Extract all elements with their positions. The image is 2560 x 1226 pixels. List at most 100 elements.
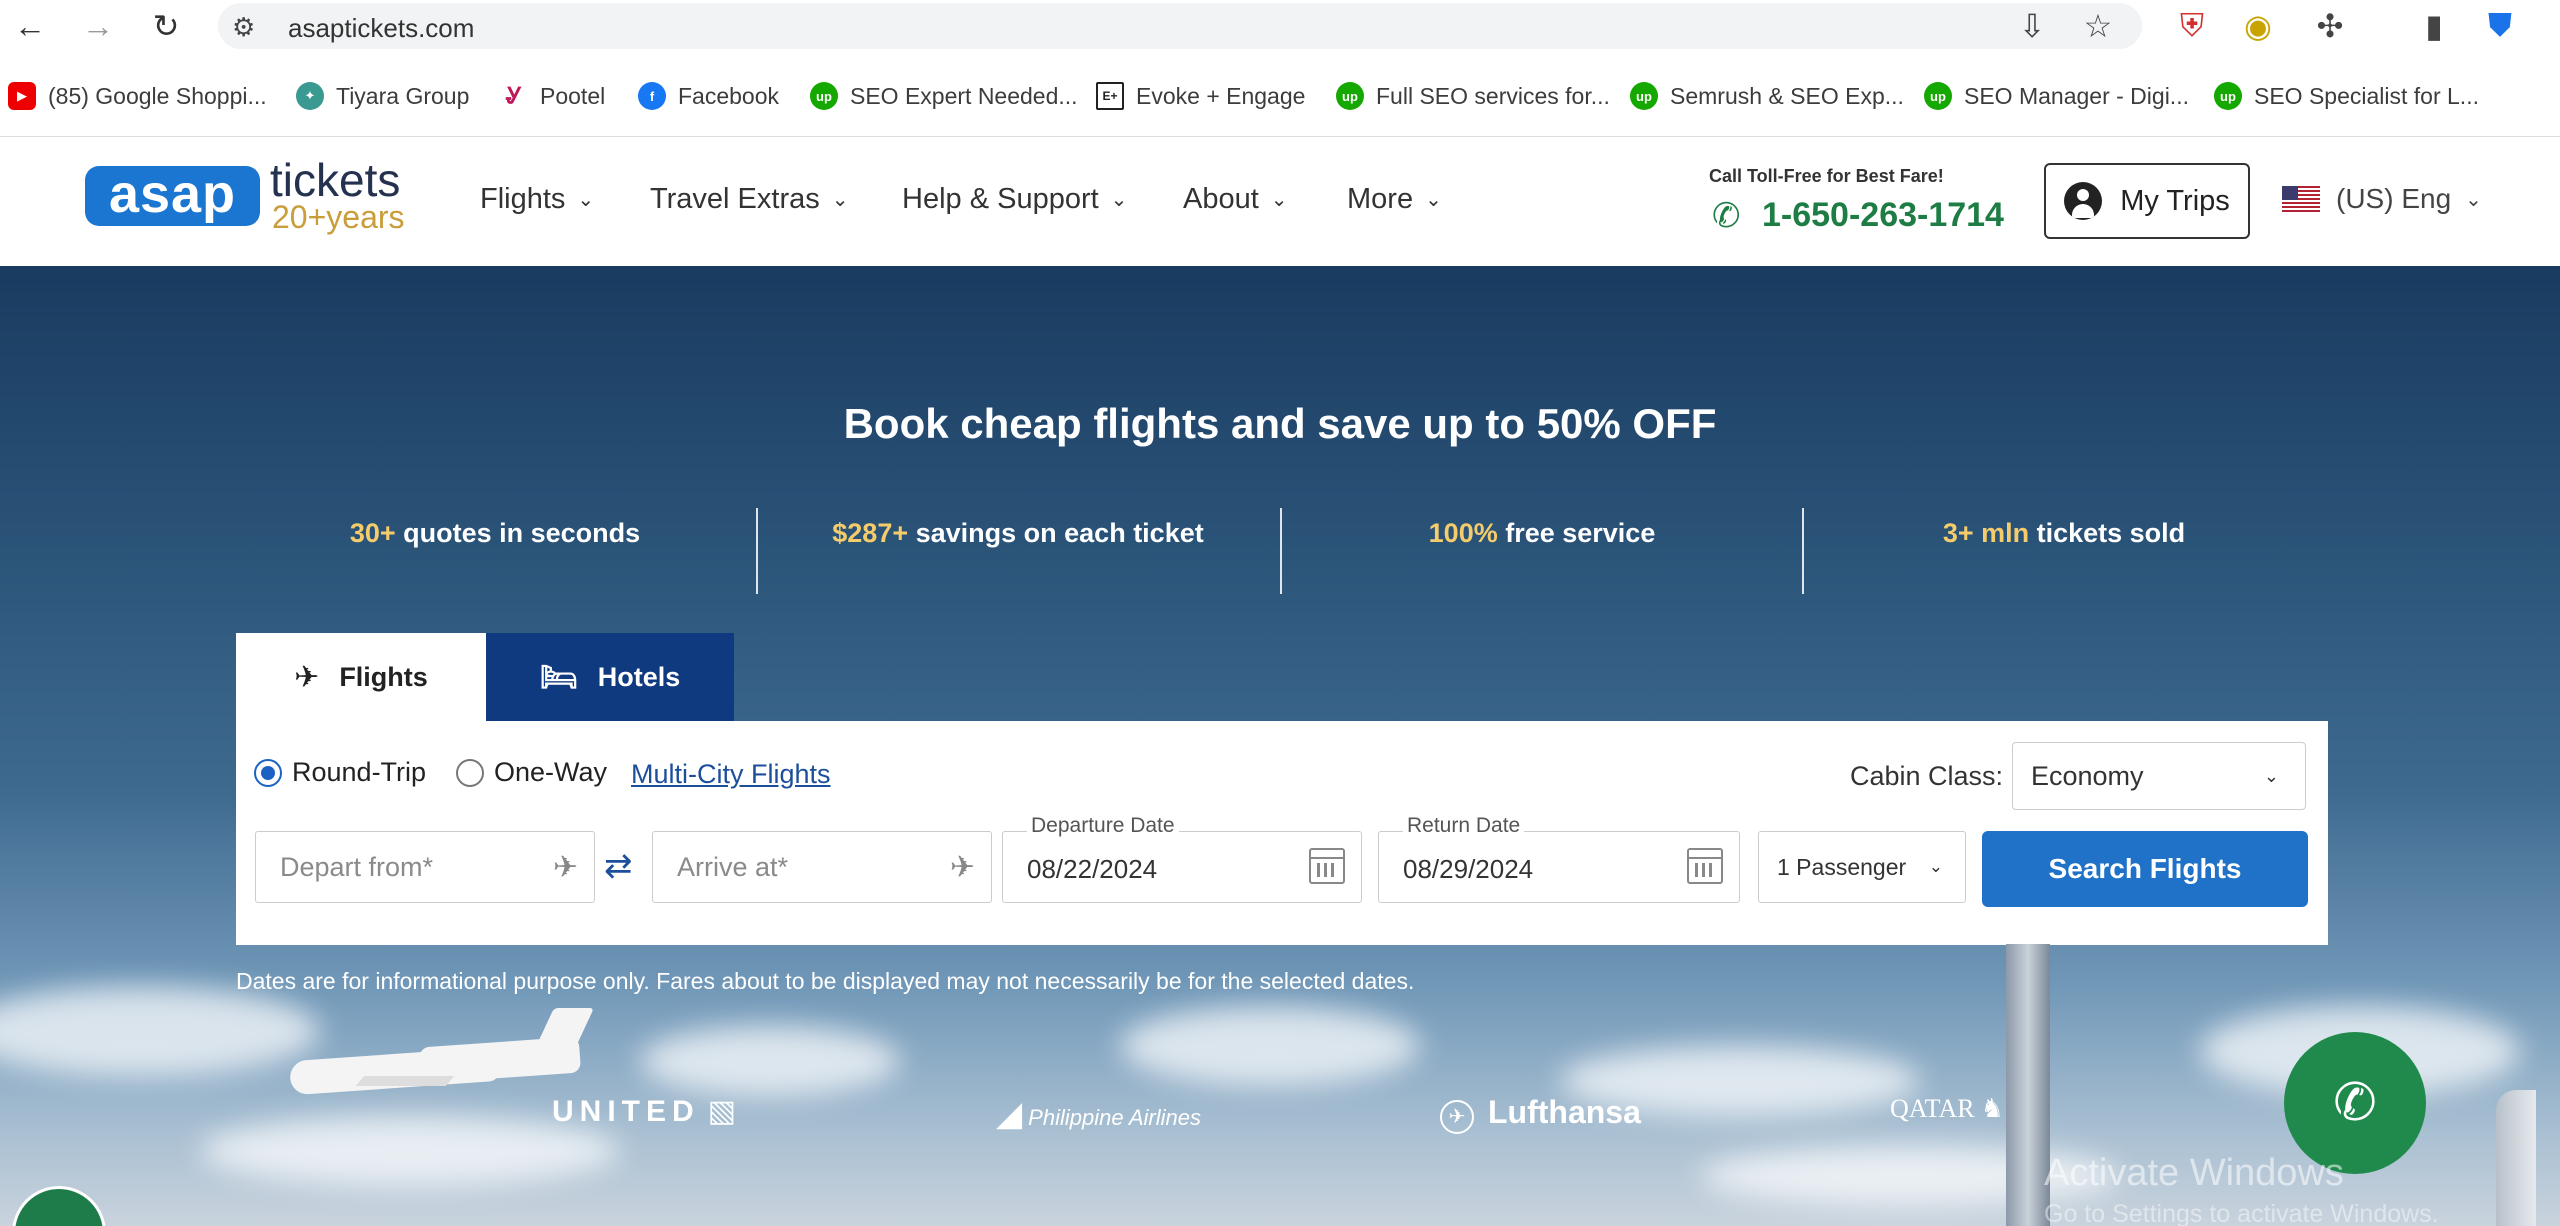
stat-highlight: 100%	[1428, 518, 1498, 548]
airplane-icon: ✈	[294, 660, 320, 694]
swap-icon[interactable]: ⇄	[604, 846, 633, 886]
bookmark-item[interactable]: ✦ Tiyara Group	[296, 74, 469, 118]
landing-icon: ✈	[949, 851, 975, 884]
chevron-down-icon: ⌄	[1270, 189, 1288, 211]
stat-text: quotes in seconds	[395, 518, 641, 548]
call-label: Call Toll-Free for Best Fare!	[1709, 166, 1944, 186]
radio-label: Round-Trip	[292, 757, 427, 787]
my-trips-button[interactable]: My Trips	[2044, 163, 2250, 239]
calendar-icon[interactable]	[1687, 848, 1723, 884]
calendar-icon[interactable]	[1309, 848, 1345, 884]
side-panel-icon[interactable]: ▮	[2414, 6, 2454, 46]
bookmark-label: Tiyara Group	[336, 82, 470, 109]
security-check-icon[interactable]: ⛊	[2480, 6, 2520, 46]
site-info-icon[interactable]: ⚙	[232, 12, 255, 43]
tab-flights[interactable]: ✈ Flights	[236, 633, 486, 721]
nav-more[interactable]: More ⌄	[1347, 183, 1442, 216]
nav-flights[interactable]: Flights ⌄	[480, 183, 594, 216]
bookmark-item[interactable]: up SEO Specialist for L...	[2214, 74, 2479, 118]
phone-icon: ✆	[2333, 1074, 2377, 1132]
airline-name: Philippine Airlines	[1028, 1105, 1201, 1130]
upwork-icon: up	[1336, 82, 1364, 110]
bookmark-item[interactable]: f Facebook	[638, 74, 779, 118]
activate-windows-subtitle: Go to Settings to activate Windows.	[2044, 1200, 2439, 1226]
stat-tickets-sold: 3+ mln tickets sold	[1804, 518, 2324, 549]
departure-date-input[interactable]: Departure Date 08/22/2024	[1002, 814, 1362, 903]
search-flights-button[interactable]: Search Flights	[1982, 831, 2308, 907]
airline-name: Lufthansa	[1488, 1094, 1641, 1130]
pootel-icon: Ꮍ	[500, 82, 528, 110]
departure-date-label: Departure Date	[1027, 814, 1179, 838]
tab-hotels[interactable]: 🛏 Hotels	[486, 633, 734, 721]
shield-extension-icon[interactable]: ⛨	[2172, 6, 2212, 46]
stat-text: tickets sold	[2029, 518, 2186, 548]
multi-city-link[interactable]: Multi-City Flights	[631, 759, 831, 790]
bookmark-item[interactable]: ▶ (85) Google Shoppi...	[8, 74, 267, 118]
install-app-icon[interactable]: ⇩	[2012, 6, 2052, 46]
chevron-down-icon: ⌄	[2263, 765, 2279, 786]
bookmark-label: Evoke + Engage	[1136, 82, 1306, 109]
radio-unselected-icon	[456, 758, 484, 787]
tiyara-icon: ✦	[296, 82, 324, 110]
departure-date-value: 08/22/2024	[1027, 854, 1158, 884]
bookmark-label: Pootel	[540, 82, 606, 109]
arrive-at-input[interactable]: Arrive at* ✈	[652, 831, 992, 903]
back-arrow-icon[interactable]: ←	[10, 8, 50, 44]
one-way-radio[interactable]: One-Way	[456, 757, 607, 788]
youtube-icon: ▶	[8, 82, 36, 110]
bookmark-item[interactable]: up Full SEO services for...	[1336, 74, 1610, 118]
forward-arrow-icon[interactable]: →	[78, 8, 118, 44]
upwork-icon: up	[1924, 82, 1952, 110]
hero-title: Book cheap flights and save up to 50% OF…	[843, 400, 1717, 447]
bookmark-item[interactable]: E+ Evoke + Engage	[1096, 74, 1305, 118]
depart-placeholder: Depart from*	[280, 852, 434, 882]
stat-free-service: 100% free service	[1282, 518, 1802, 549]
takeoff-icon: ✈	[552, 851, 578, 884]
tab-label: Hotels	[597, 661, 681, 692]
address-bar[interactable]: ⚙ asaptickets.com	[218, 3, 2142, 49]
extension-icon[interactable]: ◉	[2238, 6, 2278, 46]
logo-tickets-text[interactable]: tickets	[270, 156, 400, 204]
passenger-select[interactable]: 1 Passenger ⌄	[1758, 831, 1966, 903]
nav-label: Travel Extras	[650, 183, 820, 215]
bookmark-item[interactable]: Ꮍ Pootel	[500, 74, 605, 118]
return-date-input[interactable]: Return Date 08/29/2024	[1378, 814, 1740, 903]
url-text: asaptickets.com	[288, 13, 475, 43]
bookmark-item[interactable]: up SEO Manager - Digi...	[1924, 74, 2189, 118]
evoke-icon: E+	[1096, 82, 1124, 110]
oryx-icon: ♞	[1980, 1094, 2004, 1123]
reload-icon[interactable]: ↻	[146, 8, 186, 44]
extensions-puzzle-icon[interactable]: ✣	[2310, 6, 2350, 46]
phone-number-link[interactable]: 1-650-263-1714	[1762, 196, 2004, 235]
bookmark-star-icon[interactable]: ☆	[2078, 6, 2118, 46]
nav-label: About	[1183, 183, 1259, 215]
cabin-value: Economy	[2031, 760, 2144, 791]
phone-icon: ✆	[1712, 197, 1741, 235]
user-icon	[2064, 182, 2103, 220]
nav-help-support[interactable]: Help & Support ⌄	[902, 183, 1127, 216]
qatar-logo: QATAR ♞	[1890, 1094, 2004, 1124]
stat-savings: $287+ savings on each ticket	[758, 518, 1278, 549]
return-date-value: 08/29/2024	[1403, 854, 1534, 884]
language-selector[interactable]: (US) Eng ⌄	[2282, 183, 2482, 215]
round-trip-radio[interactable]: Round-Trip	[254, 757, 426, 788]
activate-windows-title: Activate Windows	[2044, 1152, 2344, 1194]
nav-travel-extras[interactable]: Travel Extras ⌄	[650, 183, 849, 216]
airline-name: QATAR	[1890, 1094, 1975, 1123]
bookmark-item[interactable]: up Semrush & SEO Exp...	[1630, 74, 1904, 118]
bookmark-item[interactable]: up SEO Expert Needed...	[810, 74, 1078, 118]
bookmark-label: SEO Specialist for L...	[2254, 82, 2479, 109]
bed-icon: 🛏	[539, 660, 578, 694]
stat-highlight: 30+	[349, 518, 396, 548]
depart-from-input[interactable]: Depart from* ✈	[255, 831, 595, 903]
language-label: (US) Eng	[2336, 183, 2452, 214]
cabin-class-select[interactable]: Economy ⌄	[2012, 742, 2306, 810]
radio-selected-icon	[254, 758, 282, 787]
nav-about[interactable]: About ⌄	[1183, 183, 1288, 216]
arrive-placeholder: Arrive at*	[677, 852, 789, 882]
bookmark-label: Facebook	[678, 82, 780, 109]
stat-highlight: $287+	[832, 518, 909, 548]
asap-logo[interactable]: asap	[85, 166, 260, 226]
stat-text: savings on each ticket	[908, 518, 1204, 548]
stat-highlight: 3+ mln	[1942, 518, 2030, 548]
